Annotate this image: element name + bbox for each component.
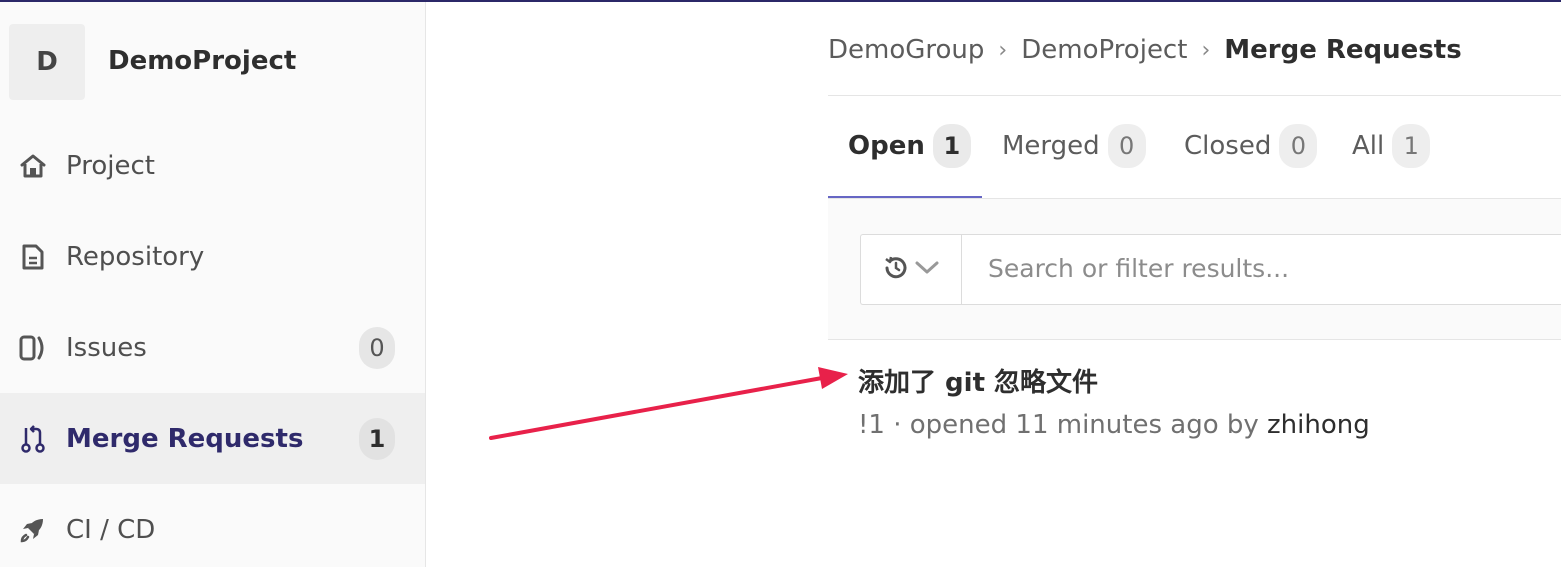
sidebar-item-issues[interactable]: Issues 0 <box>0 302 425 393</box>
tab-label: Merged <box>1002 131 1100 161</box>
sidebar-item-label: Project <box>66 150 155 181</box>
tab-count-badge: 1 <box>1392 124 1431 168</box>
sidebar-item-project[interactable]: Project <box>0 120 425 211</box>
tab-count-badge: 1 <box>932 124 971 168</box>
filter-bar <box>828 199 1561 340</box>
tab-all[interactable]: All 1 <box>1352 96 1431 196</box>
sidebar-item-repository[interactable]: Repository <box>0 211 425 302</box>
tab-closed[interactable]: Closed 0 <box>1184 96 1318 196</box>
issues-icon <box>18 333 48 363</box>
chevron-down-icon <box>914 260 940 280</box>
issues-count-badge: 0 <box>359 326 395 369</box>
merge-request-icon <box>18 424 48 454</box>
tab-count-badge: 0 <box>1107 124 1146 168</box>
chevron-right-icon: › <box>1201 37 1211 63</box>
merge-request-meta: !1 · opened 11 minutes ago by zhihong <box>858 410 1370 440</box>
breadcrumb: DemoGroup › DemoProject › Merge Requests <box>828 30 1462 70</box>
chevron-right-icon: › <box>998 37 1008 63</box>
merge-requests-count-badge: 1 <box>359 417 395 460</box>
tab-merged[interactable]: Merged 0 <box>1002 96 1146 196</box>
breadcrumb-project-link[interactable]: DemoProject <box>1021 35 1187 65</box>
sidebar-item-merge-requests[interactable]: Merge Requests 1 <box>0 393 425 484</box>
tab-label: Open <box>848 131 925 161</box>
breadcrumb-current[interactable]: Merge Requests <box>1224 35 1461 65</box>
merge-request-title[interactable]: 添加了 git 忽略文件 <box>858 362 1098 399</box>
merge-request-author-link[interactable]: zhihong <box>1267 410 1370 440</box>
history-icon <box>882 254 910 286</box>
merge-request-state-tabs: Open 1 Merged 0 Closed 0 All 1 <box>828 96 1561 200</box>
breadcrumb-group-link[interactable]: DemoGroup <box>828 35 984 65</box>
tab-label: All <box>1352 131 1385 161</box>
sidebar-item-label: Merge Requests <box>66 423 304 454</box>
sidebar-item-ci-cd[interactable]: CI / CD <box>0 484 425 575</box>
tab-count-badge: 0 <box>1279 124 1318 168</box>
recent-searches-dropdown[interactable] <box>861 235 962 304</box>
rocket-icon <box>18 515 48 545</box>
project-avatar[interactable]: D <box>9 24 85 100</box>
document-icon <box>18 242 48 272</box>
tab-open[interactable]: Open 1 <box>848 96 971 196</box>
project-header[interactable]: D DemoProject <box>0 2 425 120</box>
tab-label: Closed <box>1184 131 1272 161</box>
home-icon <box>18 151 48 181</box>
merge-request-meta-text: !1 · opened 11 minutes ago by <box>858 410 1268 440</box>
filter-box <box>860 234 1561 305</box>
search-input[interactable] <box>962 235 1560 302</box>
sidebar: D DemoProject Project Repository Issues … <box>0 2 426 567</box>
sidebar-item-label: CI / CD <box>66 514 156 545</box>
sidebar-item-label: Issues <box>66 332 147 363</box>
sidebar-item-label: Repository <box>66 241 205 272</box>
project-name[interactable]: DemoProject <box>108 46 296 76</box>
